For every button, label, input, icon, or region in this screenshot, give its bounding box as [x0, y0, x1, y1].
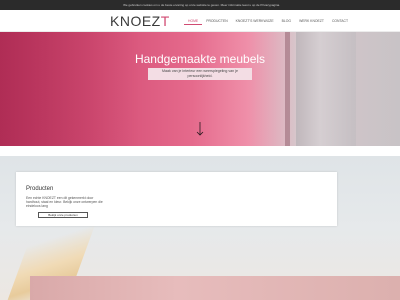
pink-wall-decoration	[30, 276, 400, 300]
nav-item-blog[interactable]: Blog	[278, 18, 295, 25]
logo-accent: T	[160, 13, 170, 29]
hero-banner: Handgemaakte meubels Maak van je interie…	[0, 32, 400, 146]
cookie-bar-text: We gebruiken cookies om u de beste ervar…	[123, 3, 280, 7]
products-title: Producten	[26, 186, 54, 192]
site-header: KNOEZT Home Producten Knoezt's werkwijze…	[0, 10, 400, 32]
nav-item-werkwijze[interactable]: Knoezt's werkwijze	[232, 18, 278, 25]
view-products-button[interactable]: Bekijk onze producten	[38, 212, 88, 218]
hero-title: Handgemaakte meubels	[134, 52, 266, 66]
hero-door-frame	[285, 32, 290, 146]
site-logo[interactable]: KNOEZT	[110, 13, 170, 29]
nav-item-werk[interactable]: Werk Knoezt	[295, 18, 328, 25]
products-text: Een echte KNOEZT een dit gekenmerkt door…	[26, 196, 103, 209]
nav-item-producten[interactable]: Producten	[202, 18, 231, 25]
arrow-down-icon[interactable]	[196, 122, 204, 136]
section-divider	[0, 146, 400, 156]
products-card: Producten Een echte KNOEZT een dit geken…	[16, 172, 337, 226]
hero-subtitle: Maak van je interieur een weerspiegeling…	[148, 68, 252, 80]
hero-door	[296, 32, 356, 146]
hero-shade	[0, 32, 140, 146]
nav-item-home[interactable]: Home	[184, 18, 203, 25]
logo-text: KNOEZ	[110, 13, 161, 29]
main-nav: Home Producten Knoezt's werkwijze Blog W…	[184, 18, 352, 25]
nav-item-contact[interactable]: Contact	[328, 18, 352, 25]
cookie-bar: We gebruiken cookies om u de beste ervar…	[0, 0, 400, 10]
